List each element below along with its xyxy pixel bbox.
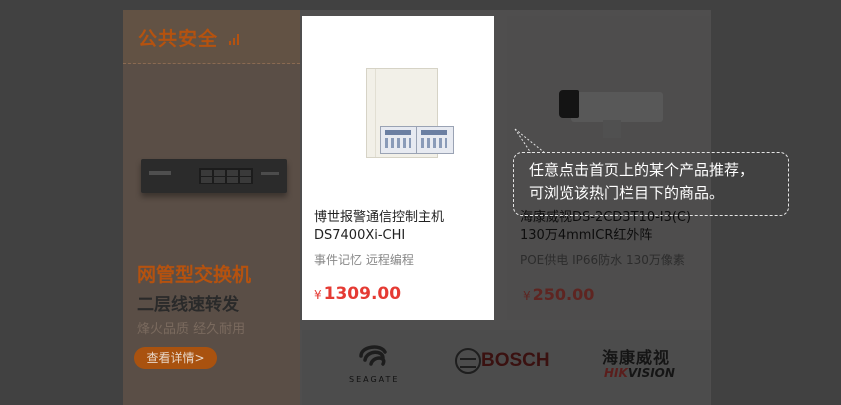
product-price: ¥250.00 — [523, 285, 594, 304]
bars-icon — [229, 33, 241, 45]
section-title: 公共安全 — [138, 28, 219, 50]
product-card[interactable]: 博世报警通信控制主机DS7400Xi-CHI 事件记忆 远程编程 ¥1309.0… — [302, 16, 494, 320]
price-value: 1309.00 — [323, 284, 402, 304]
product-features: POE供电 IP66防水 130万像素 — [520, 253, 685, 267]
view-details-button[interactable]: 查看详情> — [134, 347, 217, 369]
seagate-icon — [359, 345, 387, 366]
product-name[interactable]: 博世报警通信控制主机DS7400Xi-CHI — [314, 209, 486, 245]
bosch-logo[interactable]: BOSCH — [455, 348, 555, 378]
hikvision-logo[interactable]: 海康威视 HIKVISION — [602, 344, 682, 384]
bullet-camera-image — [555, 86, 667, 142]
promo-banner[interactable]: 公共安全 网管型交换机 二层线速转发 烽火品质 经久耐用 查看详情> — [123, 10, 300, 405]
product-price: ¥1309.00 — [314, 284, 401, 304]
seagate-logo[interactable]: SEAGATE — [349, 342, 409, 386]
currency-symbol: ¥ — [523, 289, 531, 303]
brand-strip: SEAGATE BOSCH 海康威视 HIKVISION — [302, 330, 710, 405]
switch-image — [141, 159, 287, 193]
promo-header: 公共安全 — [123, 10, 300, 64]
tooltip-text: 任意点击首页上的某个产品推荐， 可浏览该热门栏目下的商品。 — [529, 161, 755, 202]
currency-symbol: ¥ — [314, 288, 322, 302]
product-features: 事件记忆 远程编程 — [314, 253, 414, 267]
bosch-icon — [455, 348, 481, 374]
promo-description: 烽火品质 经久耐用 — [137, 322, 246, 337]
alarm-panel-image — [366, 64, 462, 160]
price-value: 250.00 — [532, 285, 595, 304]
promo-headline: 网管型交换机 — [137, 264, 252, 286]
promo-subhead: 二层线速转发 — [137, 295, 239, 315]
